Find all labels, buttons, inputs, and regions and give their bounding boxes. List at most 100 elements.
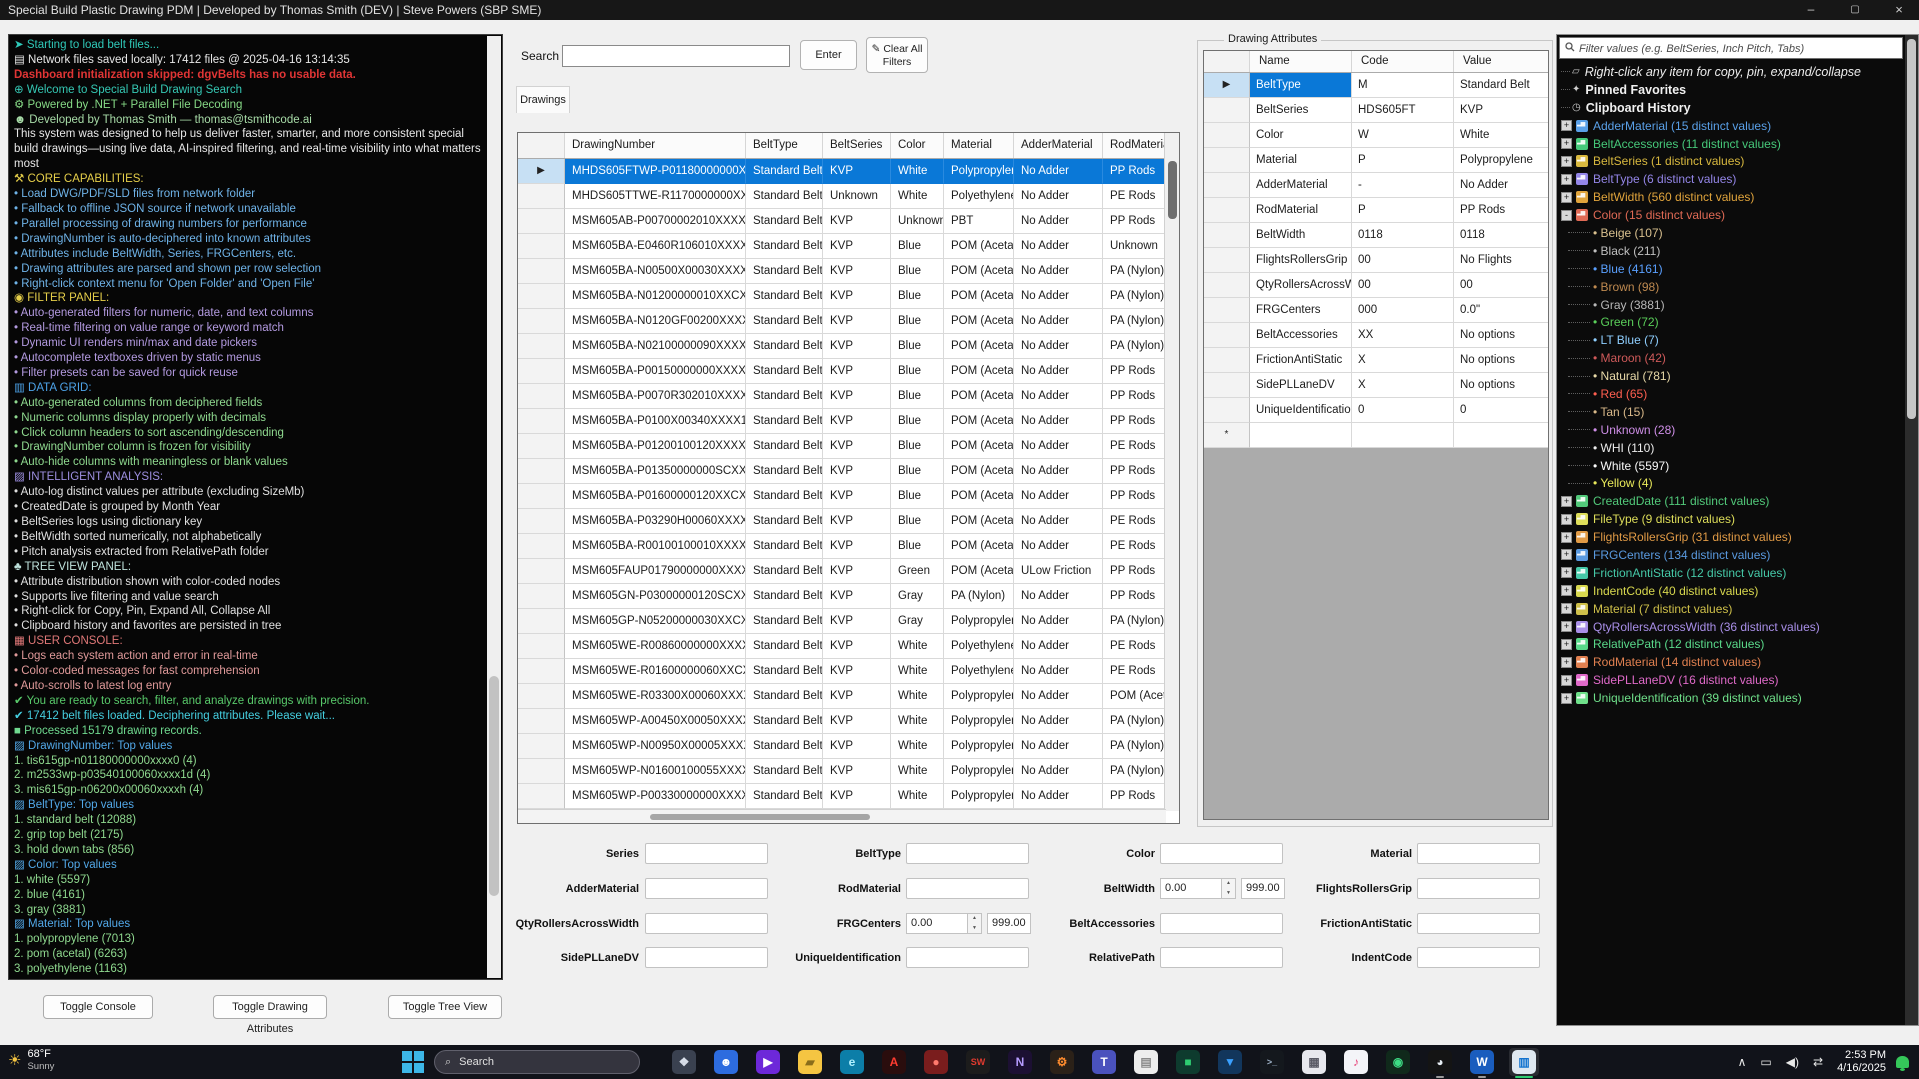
grid-cell[interactable]: MSM605WE-R01600000060XXCX5g <box>565 659 746 684</box>
grid-cell[interactable]: PA (Nylon) Rods <box>1103 334 1166 359</box>
attr-cell[interactable]: No Flights <box>1454 248 1549 273</box>
grid-cell[interactable]: MSM605BA-P01200100120XXXX5c <box>565 434 746 459</box>
grid-cell[interactable]: KVP <box>823 334 891 359</box>
row-selector-cell[interactable] <box>518 384 565 409</box>
grid-cell[interactable]: PA (Nylon) Rods <box>1103 309 1166 334</box>
media-app-icon[interactable]: ▶ <box>756 1050 780 1074</box>
grid-cell[interactable]: Blue <box>891 384 944 409</box>
expand-icon[interactable]: + <box>1561 657 1572 668</box>
tree-scrollbar[interactable] <box>1905 35 1918 1025</box>
grid-cell[interactable]: Gray <box>891 584 944 609</box>
grid-cell[interactable]: Blue <box>891 234 944 259</box>
grid-cell[interactable]: Blue <box>891 359 944 384</box>
grid-cell[interactable]: Standard Belt <box>746 334 823 359</box>
grid-row[interactable]: MSM605BA-N02100000090XXXX1Standard BeltK… <box>518 334 1166 359</box>
grid-cell[interactable]: No Adder <box>1014 309 1103 334</box>
attr-cell[interactable]: No options <box>1454 348 1549 373</box>
attr-row-selector[interactable] <box>1204 373 1250 398</box>
attr-cell[interactable]: FlightsRollersGrip <box>1250 248 1352 273</box>
tree-node[interactable]: +Material (7 distinct values) <box>1561 600 1901 618</box>
tree-node[interactable]: +RelativePath (12 distinct values) <box>1561 636 1901 654</box>
grid-cell[interactable]: Standard Belt <box>746 484 823 509</box>
tree-node[interactable]: +QtyRollersAcrossWidth (36 distinct valu… <box>1561 618 1901 636</box>
toggle-button-toggle-drawing-attributes[interactable]: Toggle Drawing Attributes <box>213 995 327 1019</box>
github-desktop-icon[interactable]: ◕ <box>1428 1050 1452 1074</box>
row-selector-cell[interactable] <box>518 509 565 534</box>
grid-row[interactable]: MSM605BA-N0120GF00200XXXX1kStandard Belt… <box>518 309 1166 334</box>
range-min-input[interactable]: 0.00 <box>1160 878 1222 899</box>
grid-cell[interactable]: White <box>891 709 944 734</box>
cone-app-icon[interactable]: ▼ <box>1218 1050 1242 1074</box>
tree-child-node[interactable]: • Black (211) <box>1561 242 1901 260</box>
grid-cell[interactable]: Unknown <box>891 209 944 234</box>
grid-cell[interactable]: White <box>891 184 944 209</box>
grid-cell[interactable]: MSM605BA-N0120GF00200XXXX1k <box>565 309 746 334</box>
attr-cell[interactable]: PP Rods <box>1454 198 1549 223</box>
console-scrollbar-thumb[interactable] <box>489 676 499 896</box>
grid-cell[interactable]: Blue <box>891 534 944 559</box>
grid-row[interactable]: MSM605WP-A00450X00050XXXX5cStandard Belt… <box>518 709 1166 734</box>
grid-cell[interactable]: No Adder <box>1014 509 1103 534</box>
grid-cell[interactable]: KVP <box>823 659 891 684</box>
expand-icon[interactable]: + <box>1561 585 1572 596</box>
attr-cell[interactable]: XX <box>1352 323 1454 348</box>
grid-cell[interactable]: KVP <box>823 434 891 459</box>
attr-cell[interactable]: 0 <box>1352 398 1454 423</box>
grid-horizontal-scrollbar[interactable] <box>518 809 1166 823</box>
expand-icon[interactable]: + <box>1561 639 1572 650</box>
grid-cell[interactable]: PP Rods <box>1103 559 1166 584</box>
tree-scrollbar-thumb[interactable] <box>1907 39 1916 419</box>
grid-cell[interactable]: No Adder <box>1014 334 1103 359</box>
row-selector-cell[interactable] <box>518 434 565 459</box>
grid-cell[interactable]: White <box>891 734 944 759</box>
grid-cell[interactable]: Standard Belt <box>746 459 823 484</box>
grid-cell[interactable]: PA (Nylon) <box>944 584 1014 609</box>
grid-cell[interactable]: Polypropylene <box>944 734 1014 759</box>
grid-column-header[interactable]: BeltSeries <box>823 133 891 158</box>
grid-cell[interactable]: Standard Belt <box>746 309 823 334</box>
grid-hscroll-thumb[interactable] <box>650 814 870 820</box>
grid-row[interactable]: ▶MHDS605FTWP-P01180000000XXXX0Standard B… <box>518 159 1166 184</box>
grid-row[interactable]: MSM605BA-N00500X00030XXXX4eStandard Belt… <box>518 259 1166 284</box>
grid-cell[interactable]: KVP <box>823 784 891 809</box>
grid-cell[interactable]: PA (Nylon) Rods <box>1103 259 1166 284</box>
grid-cell[interactable]: PA (Nylon) Rods <box>1103 734 1166 759</box>
attr-column-header[interactable]: Code <box>1352 51 1454 72</box>
attr-column-header[interactable]: Name <box>1250 51 1352 72</box>
grid-cell[interactable]: POM (Acetal) <box>944 234 1014 259</box>
attr-cell[interactable]: BeltType <box>1250 73 1352 98</box>
grid-cell[interactable]: Blue <box>891 309 944 334</box>
grid-cell[interactable]: KVP <box>823 584 891 609</box>
row-selector-cell[interactable] <box>518 284 565 309</box>
expand-icon[interactable]: + <box>1561 621 1572 632</box>
row-selector-cell[interactable] <box>518 484 565 509</box>
grid-row[interactable]: MSM605BA-P03290H00060XXXX5f-(A sizeStand… <box>518 509 1166 534</box>
attr-row-selector[interactable] <box>1204 248 1250 273</box>
grid-cell[interactable]: MSM605WE-R03300X00060XXXX0f <box>565 684 746 709</box>
expand-icon[interactable]: + <box>1561 174 1572 185</box>
attr-cell[interactable]: BeltWidth <box>1250 223 1352 248</box>
tray-network-icon[interactable]: ⇄ <box>1813 1055 1823 1069</box>
grid-cell[interactable]: KVP <box>823 734 891 759</box>
grid-cell[interactable]: Blue <box>891 484 944 509</box>
expand-icon[interactable]: + <box>1561 532 1572 543</box>
grid-cell[interactable]: Standard Belt <box>746 509 823 534</box>
attr-cell[interactable]: KVP <box>1454 98 1549 123</box>
grid-cell[interactable]: Blue <box>891 459 944 484</box>
tree-note[interactable]: ▱Right-click any item for copy, pin, exp… <box>1561 63 1901 81</box>
expand-icon[interactable]: + <box>1561 192 1572 203</box>
grid-cell[interactable]: No Adder <box>1014 459 1103 484</box>
tree-child-node[interactable]: • Red (65) <box>1561 385 1901 403</box>
grid-cell[interactable]: KVP <box>823 534 891 559</box>
attr-cell[interactable] <box>1352 423 1454 448</box>
grid-cell[interactable]: KVP <box>823 609 891 634</box>
attr-row-selector[interactable] <box>1204 98 1250 123</box>
grid-cell[interactable]: MSM605BA-N02100000090XXXX1 <box>565 334 746 359</box>
grid-cell[interactable]: MHDS605TTWE-R1170000000XXXX5 <box>565 184 746 209</box>
row-selector-cell[interactable] <box>518 334 565 359</box>
attr-cell[interactable]: AdderMaterial <box>1250 173 1352 198</box>
grid-row[interactable]: MSM605WP-N00950X00005XXXX5aStandard Belt… <box>518 734 1166 759</box>
attr-row[interactable]: FlightsRollersGrip00No Flights <box>1204 248 1548 273</box>
grid-cell[interactable]: Standard Belt <box>746 784 823 809</box>
row-selector-cell[interactable]: ▶ <box>518 159 565 184</box>
